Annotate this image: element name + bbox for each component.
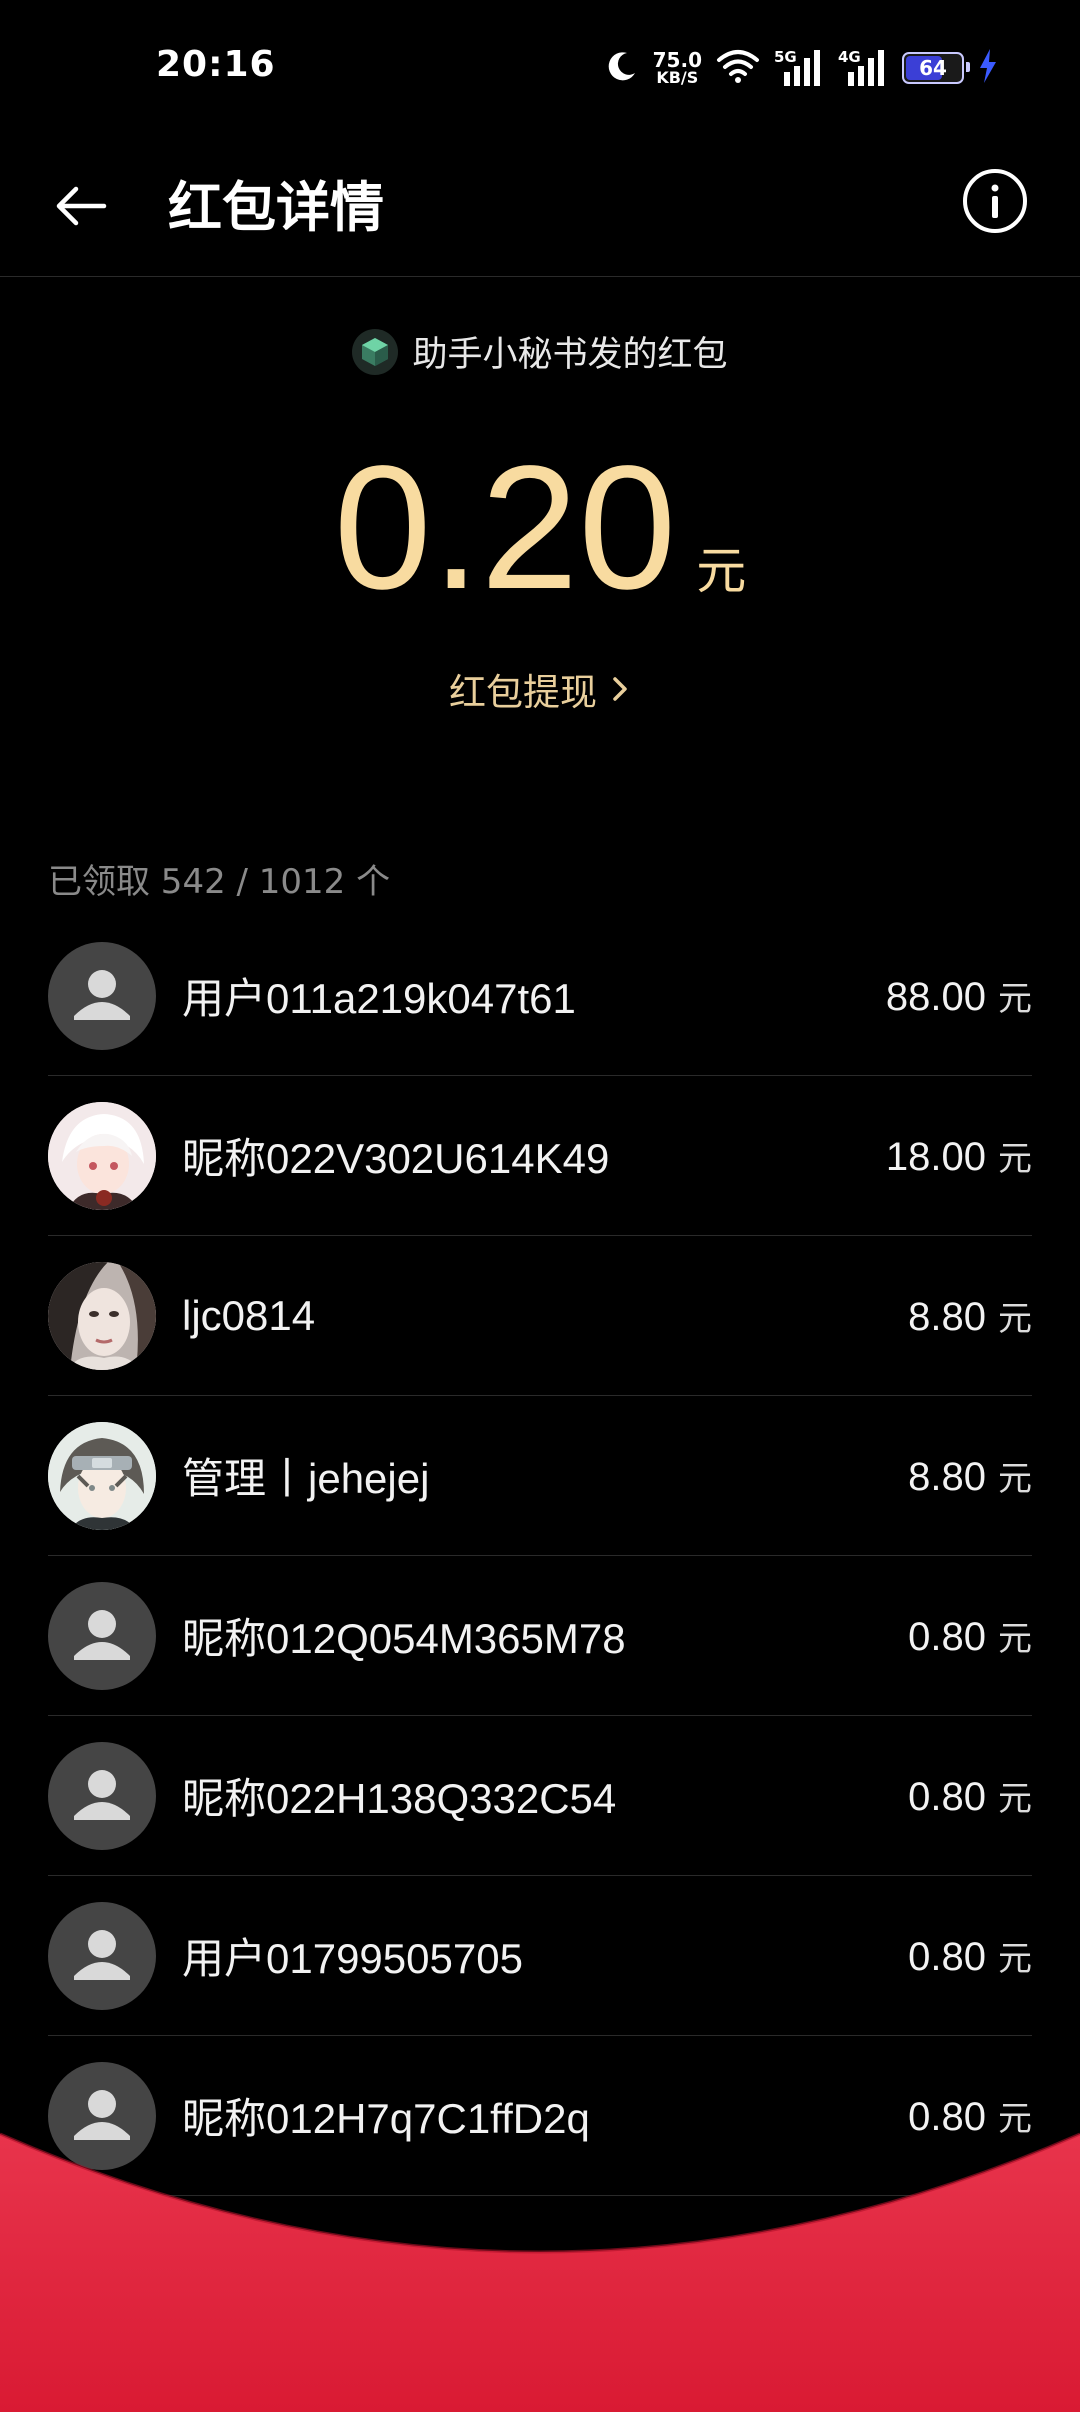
recipient-amount-unit: 元 (998, 1940, 1032, 1978)
list-item[interactable]: 管理丨jehejej 8.80 元 (48, 1396, 1032, 1556)
recipient-amount: 0.80 元 (908, 1771, 1032, 1820)
user-icon (74, 969, 130, 1020)
charging-icon (978, 49, 998, 87)
recipient-amount: 0.80 元 (908, 1611, 1032, 1660)
recipient-name: 昵称012Q054M365M78 (182, 1615, 626, 1662)
recipient-amount-value: 0.80 (908, 1935, 986, 1979)
withdraw-link[interactable]: 红包提现 (0, 662, 1080, 716)
recipient-amount-value: 18.00 (885, 1135, 986, 1179)
page-header: 红包详情 (0, 140, 1080, 277)
recipient-amount: 88.00 元 (886, 971, 1032, 1020)
recipient-amount-unit: 元 (998, 1460, 1032, 1498)
user-icon (74, 1769, 130, 1820)
default-avatar (48, 941, 156, 1050)
selfie-photo-avatar (48, 1261, 156, 1370)
recipient-amount-unit: 元 (998, 2100, 1032, 2138)
anime-character-icon (48, 1101, 156, 1210)
network-speed: 75.0 KB/S (653, 50, 702, 86)
battery-level: 64 (919, 56, 947, 80)
user-icon (74, 2089, 130, 2140)
status-time: 20:16 (156, 44, 276, 85)
status-bar: 20:16 75.0 KB/S 5G 4G 64 (0, 0, 1080, 140)
recipient-amount-unit: 元 (998, 1620, 1032, 1658)
list-item[interactable]: 昵称012Q054M365M78 0.80 元 (48, 1556, 1032, 1716)
wifi-icon (716, 48, 760, 88)
battery-indicator: 64 (902, 52, 970, 84)
sender-avatar (352, 328, 399, 375)
photo-portrait-icon (48, 1261, 156, 1370)
list-item[interactable]: ljc0814 8.80 元 (48, 1236, 1032, 1396)
recipient-name: 用户011a219k047t61 (182, 975, 576, 1022)
user-icon (74, 1609, 130, 1660)
recipient-amount-value: 0.80 (908, 2095, 986, 2139)
sim2-signal: 4G (838, 48, 888, 88)
recipient-amount-value: 8.80 (908, 1295, 986, 1339)
moon-icon (605, 49, 639, 87)
recipient-amount: 0.80 元 (908, 1931, 1032, 1980)
default-avatar (48, 1741, 156, 1850)
list-item[interactable]: 昵称012H7q7C1ffD2q 0.80 元 (48, 2036, 1032, 2196)
network-speed-value: 75.0 (652, 48, 702, 72)
signal-bars-icon (848, 50, 884, 86)
list-item[interactable]: 昵称022V302U614K49 18.00 元 (48, 1076, 1032, 1236)
recipient-name: 管理丨jehejej (182, 1455, 430, 1502)
recipient-name: ljc0814 (182, 1291, 316, 1339)
recipient-amount-unit: 元 (998, 1140, 1032, 1178)
status-icons: 75.0 KB/S 5G 4G 64 (605, 46, 998, 90)
recipient-amount-value: 88.00 (885, 975, 986, 1019)
info-icon (963, 169, 1027, 233)
recipient-amount: 8.80 元 (908, 1451, 1032, 1500)
default-avatar (48, 1901, 156, 2010)
back-button[interactable] (48, 170, 120, 242)
recipient-amount: 8.80 元 (908, 1291, 1032, 1340)
sender-text: 助手小秘书发的红包 (412, 335, 728, 375)
recipient-amount-unit: 元 (998, 1780, 1032, 1818)
recipient-name: 昵称022V302U614K49 (182, 1135, 610, 1182)
recipient-amount-unit: 元 (998, 1300, 1032, 1338)
amount-value: 0.20 (333, 430, 677, 626)
recipient-amount-unit: 元 (998, 980, 1032, 1018)
amount-unit: 元 (696, 542, 747, 600)
anime-headband-avatar (48, 1421, 156, 1530)
page-title: 红包详情 (168, 176, 384, 239)
sim1-signal: 5G (774, 48, 824, 88)
default-avatar (48, 2061, 156, 2170)
recipient-name: 昵称012H7q7C1ffD2q (182, 2095, 590, 2142)
info-button[interactable] (960, 166, 1030, 236)
recipient-amount: 18.00 元 (886, 1131, 1032, 1180)
recipient-list: 用户011a219k047t61 88.00 元 昵称022V302U614K4… (48, 916, 1032, 2196)
recipient-name: 昵称022H138Q332C54 (182, 1775, 617, 1822)
recipient-name: 用户01799505705 (182, 1935, 523, 1982)
chevron-right-icon (613, 677, 627, 701)
packet-sender: 助手小秘书发的红包 (0, 326, 1080, 377)
withdraw-label: 红包提现 (449, 671, 597, 714)
list-item[interactable]: 用户01799505705 0.80 元 (48, 1876, 1032, 2036)
arrow-left-icon (56, 186, 107, 226)
recipient-amount-value: 0.80 (908, 1615, 986, 1659)
cube-logo-icon (362, 337, 389, 366)
packet-amount: 0.20 元 (0, 440, 1080, 616)
signal-bars-icon (784, 50, 820, 86)
default-avatar (48, 1581, 156, 1690)
recipient-amount-value: 0.80 (908, 1775, 986, 1819)
user-icon (74, 1929, 130, 1980)
recipient-amount: 0.80 元 (908, 2091, 1032, 2140)
list-item[interactable]: 用户011a219k047t61 88.00 元 (48, 916, 1032, 1076)
recipient-amount-value: 8.80 (908, 1455, 986, 1499)
list-item[interactable]: 昵称022H138Q332C54 0.80 元 (48, 1716, 1032, 1876)
network-speed-unit: KB/S (656, 68, 699, 87)
received-summary: 已领取 542 / 1012 个 (48, 862, 391, 902)
anime-character-icon (48, 1421, 156, 1530)
anime-white-hair-avatar (48, 1101, 156, 1210)
